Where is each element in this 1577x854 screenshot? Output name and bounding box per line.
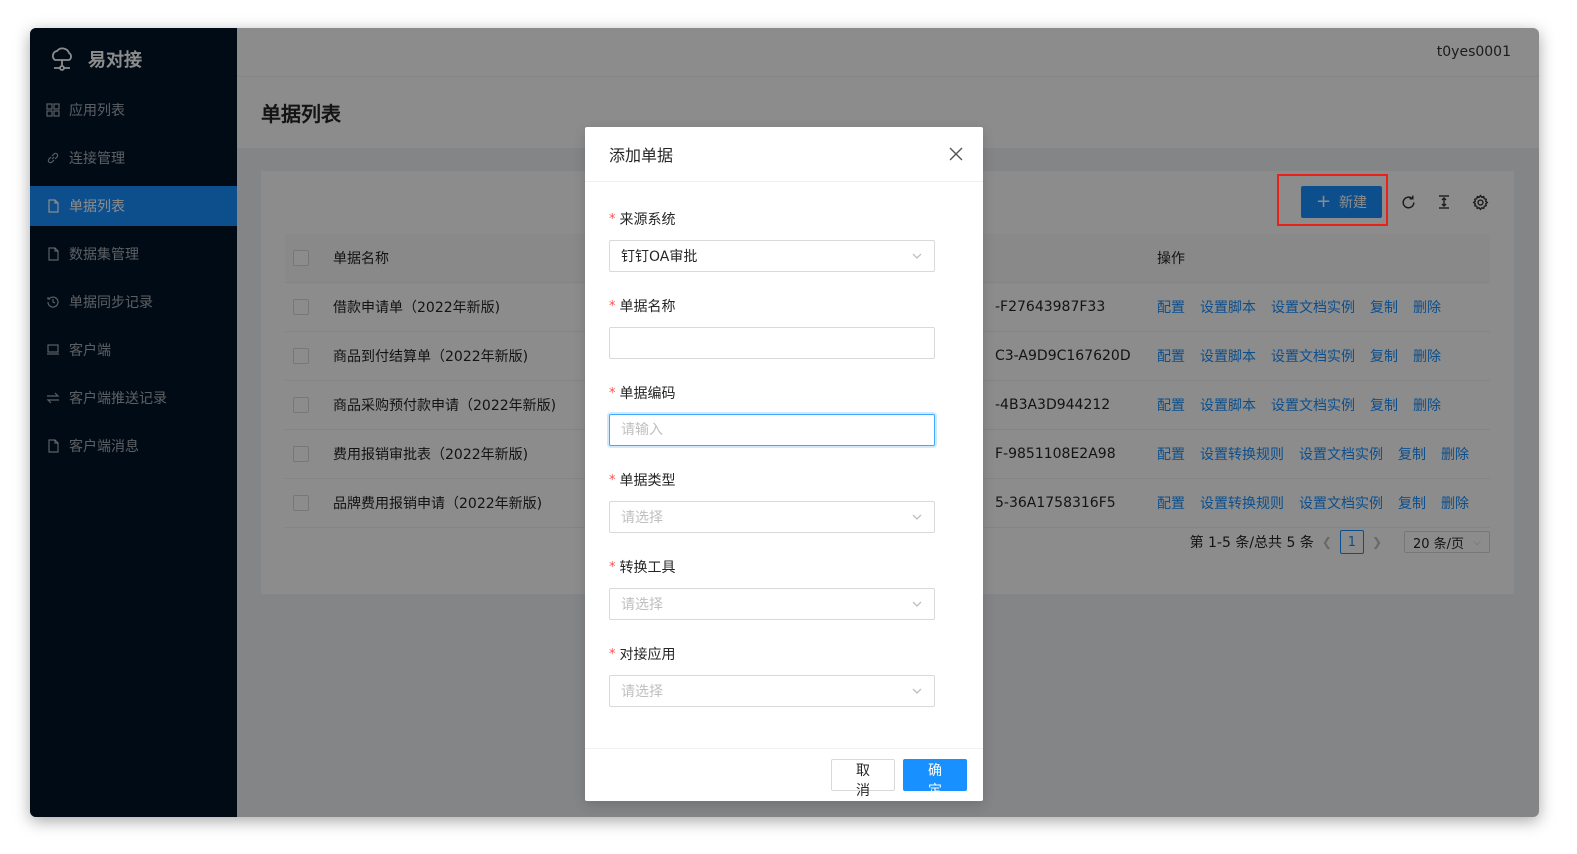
add-document-modal: 添加单据 *来源系统 钉钉OA审批 *单据名称 *单据编码 *单据类型 — [585, 127, 983, 801]
cancel-button[interactable]: 取 消 — [831, 759, 895, 799]
form-label: * 来源系统 — [609, 208, 936, 230]
modal-footer: 取 消 确 定 — [585, 748, 983, 801]
document-code-field — [609, 414, 935, 446]
form-label: * 单据名称 — [609, 295, 936, 317]
document-name-field — [609, 327, 935, 359]
label-text: 单据类型 — [619, 473, 676, 489]
select-placeholder: 请选择 — [621, 684, 663, 700]
label-text: 转换工具 — [619, 560, 676, 576]
label-text: 单据编码 — [619, 386, 676, 402]
chevron-down-icon — [912, 514, 922, 520]
source-system-select[interactable]: 钉钉OA审批 — [609, 240, 935, 272]
document-name-input[interactable] — [621, 335, 923, 351]
target-app-select[interactable]: 请选择 — [609, 675, 935, 707]
document-code-input[interactable] — [621, 422, 923, 438]
required-mark: * — [609, 559, 616, 575]
form-label: * 单据编码 — [609, 382, 936, 404]
convert-tool-select[interactable]: 请选择 — [609, 588, 935, 620]
source-system-value: 钉钉OA审批 — [621, 249, 698, 265]
form-item-app: * 对接应用 请选择 — [609, 643, 936, 707]
required-mark: * — [609, 385, 616, 401]
document-type-select[interactable]: 请选择 — [609, 501, 935, 533]
form-label: * 对接应用 — [609, 643, 936, 665]
ok-button[interactable]: 确 定 — [903, 759, 967, 799]
form-item-source: * 来源系统 钉钉OA审批 — [609, 208, 936, 272]
new-button-highlight — [1277, 174, 1388, 226]
required-mark: * — [609, 646, 616, 662]
modal-title: 添加单据 — [609, 146, 674, 165]
required-mark: * — [609, 211, 616, 227]
select-placeholder: 请选择 — [621, 510, 663, 526]
form-item-type: * 单据类型 请选择 — [609, 469, 936, 533]
form-item-name: * 单据名称 — [609, 295, 936, 359]
modal-header: 添加单据 — [585, 127, 983, 182]
chevron-down-icon — [912, 601, 922, 607]
form-label: * 转换工具 — [609, 556, 936, 578]
modal-body: *来源系统 钉钉OA审批 *单据名称 *单据编码 *单据类型 请选择 — [585, 182, 983, 707]
form-item-code: * 单据编码 — [609, 382, 936, 446]
label-text: 对接应用 — [619, 647, 676, 663]
label-text: 单据名称 — [619, 299, 676, 315]
required-mark: * — [609, 298, 616, 314]
chevron-down-icon — [912, 688, 922, 694]
close-icon[interactable] — [949, 147, 963, 161]
select-placeholder: 请选择 — [621, 597, 663, 613]
chevron-down-icon — [912, 253, 922, 259]
label-text: 来源系统 — [619, 212, 676, 228]
form-item-tool: * 转换工具 请选择 — [609, 556, 936, 620]
required-mark: * — [609, 472, 616, 488]
form-label: * 单据类型 — [609, 469, 936, 491]
